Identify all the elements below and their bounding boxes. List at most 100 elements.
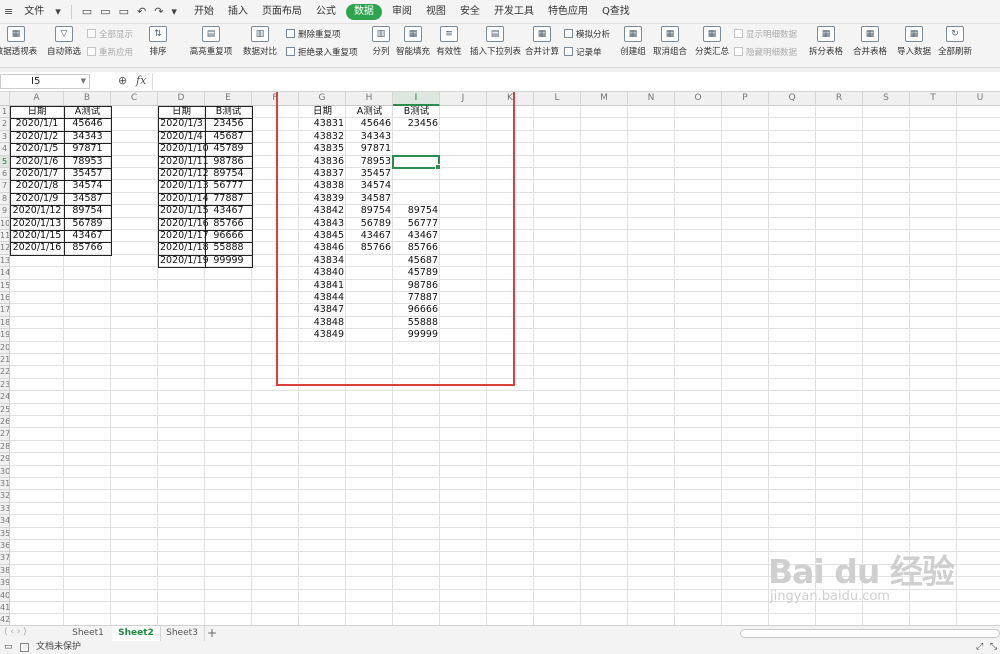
column-header[interactable]: U [957, 92, 1000, 106]
table-cell[interactable]: 56777 [205, 180, 252, 192]
show-detail-button[interactable]: 显示明细数据 [734, 28, 797, 40]
table-cell[interactable]: 97871 [64, 143, 111, 155]
create-group-button[interactable]: ▦ 创建组 [618, 26, 648, 57]
column-header[interactable]: A [10, 92, 64, 106]
table-cell[interactable]: 23456 [205, 118, 252, 130]
row-header[interactable]: 14 [0, 267, 10, 280]
table-cell[interactable]: 2020/1/19 [158, 255, 209, 267]
row-header[interactable]: 15 [0, 279, 10, 292]
row-header[interactable]: 23 [0, 378, 10, 392]
ungroup-button[interactable]: ▦ 取消组合 [650, 26, 690, 57]
column-header[interactable]: Q [769, 92, 816, 106]
table-cell[interactable]: 2020/1/16 [158, 218, 209, 230]
print-icon[interactable]: ▭ [115, 5, 133, 18]
table-cell[interactable]: 2020/1/15 [158, 205, 209, 217]
what-if-analysis-button[interactable]: 模拟分析 [564, 28, 610, 40]
row-header[interactable]: 31 [0, 478, 10, 491]
row-header[interactable]: 19 [0, 329, 10, 342]
table-cell[interactable]: 2020/1/12 [158, 168, 209, 180]
table-cell[interactable]: 2020/1/5 [10, 143, 64, 155]
file-menu[interactable]: 文件 [17, 0, 51, 23]
table-header-cell[interactable]: 日期 [158, 106, 205, 118]
redo-icon[interactable]: ↷ [150, 5, 167, 18]
row-header[interactable]: 8 [0, 192, 10, 206]
row-header[interactable]: 2 [0, 118, 10, 131]
row-header[interactable]: 30 [0, 465, 10, 478]
column-header[interactable]: C [111, 92, 158, 106]
auto-filter-button[interactable]: ▽ 自动筛选 [46, 26, 82, 57]
row-header[interactable]: 13 [0, 254, 10, 268]
table-cell[interactable]: 2020/1/15 [10, 230, 64, 242]
column-header[interactable]: P [722, 92, 769, 106]
table-header-cell[interactable]: B测试 [205, 106, 252, 118]
table-header-cell[interactable]: A测试 [64, 106, 111, 118]
minimize-icon[interactable]: ⤡ [990, 641, 997, 654]
row-header[interactable]: 24 [0, 391, 10, 404]
row-header[interactable]: 5 [0, 155, 10, 168]
split-column-button[interactable]: ▥ 分列 [366, 26, 396, 57]
table-cell[interactable]: 2020/1/14 [158, 193, 209, 205]
table-cell[interactable]: 2020/1/17 [158, 230, 209, 242]
horizontal-scrollbar[interactable] [740, 629, 1000, 638]
reject-duplicates-button[interactable]: 拒绝录入重复项 [286, 46, 358, 58]
row-header[interactable]: 37 [0, 552, 10, 565]
table-header-cell[interactable]: 日期 [10, 106, 64, 118]
column-header[interactable]: D [158, 92, 205, 106]
tab-nav-icon[interactable]: ⟨ ‹ › ⟩ [4, 627, 27, 637]
column-header[interactable]: B [64, 92, 111, 106]
column-header[interactable]: M [581, 92, 628, 106]
sheet-tab-sheet2[interactable]: Sheet2 [112, 626, 161, 641]
record-form-button[interactable]: 记录单 [564, 46, 602, 58]
row-header[interactable]: 1 [0, 106, 10, 119]
show-all-button[interactable]: 全部显示 [87, 28, 133, 40]
table-cell[interactable]: 2020/1/9 [10, 193, 64, 205]
highlight-duplicates-button[interactable]: ▤ 高亮重复项 [186, 26, 236, 57]
tab-security[interactable]: 安全 [453, 0, 487, 23]
tab-special[interactable]: 特色应用 [541, 0, 595, 23]
row-header[interactable]: 11 [0, 230, 10, 243]
table-cell[interactable]: 34343 [64, 131, 111, 143]
row-header[interactable]: 6 [0, 168, 10, 181]
table-cell[interactable]: 2020/1/4 [158, 131, 205, 143]
name-box[interactable]: I5 ▼ [0, 74, 90, 89]
column-header[interactable]: R [816, 92, 863, 106]
table-cell[interactable]: 2020/1/11 [158, 156, 209, 168]
table-cell[interactable]: 45646 [64, 118, 111, 130]
row-header[interactable]: 29 [0, 453, 10, 466]
pivot-table-button[interactable]: ▦数据透视表 [0, 26, 38, 57]
consolidate-button[interactable]: ▦ 合并计算 [524, 26, 560, 57]
table-cell[interactable]: 2020/1/1 [10, 118, 64, 130]
tab-view[interactable]: 视图 [419, 0, 453, 23]
row-header[interactable]: 35 [0, 527, 10, 540]
sheet-tab-sheet3[interactable]: Sheet3 [160, 626, 205, 641]
hide-detail-button[interactable]: 隐藏明细数据 [734, 46, 797, 58]
table-cell[interactable]: 77887 [205, 193, 252, 205]
column-header[interactable]: T [910, 92, 957, 106]
column-header[interactable]: N [628, 92, 675, 106]
table-cell[interactable]: 56789 [64, 218, 111, 230]
print-preview-icon[interactable]: ▭ [96, 5, 114, 18]
row-header[interactable]: 39 [0, 577, 10, 590]
row-header[interactable]: 21 [0, 354, 10, 367]
table-cell[interactable]: 2020/1/13 [10, 218, 64, 230]
row-header[interactable]: 41 [0, 602, 10, 615]
row-header[interactable]: 33 [0, 502, 10, 516]
add-sheet-icon[interactable]: + [204, 626, 220, 641]
tab-review[interactable]: 审阅 [385, 0, 419, 23]
table-cell[interactable]: 2020/1/13 [158, 180, 209, 192]
table-cell[interactable]: 2020/1/2 [10, 131, 64, 143]
spreadsheet-grid[interactable]: A B C D E F G H I J K L M N O P Q R S T U 1 2 3 4 5 6 7 8 9 10 11 12 13 14… [0, 92, 1000, 625]
tab-home[interactable]: 开始 [187, 0, 221, 23]
validation-button[interactable]: ≡ 有效性 [432, 26, 466, 57]
fullscreen-icon[interactable]: ⤢ [976, 641, 983, 654]
table-cell[interactable]: 35457 [64, 168, 111, 180]
table-cell[interactable]: 45687 [205, 131, 252, 143]
table-cell[interactable]: 2020/1/7 [10, 168, 64, 180]
table-cell[interactable]: 96666 [205, 230, 252, 242]
table-cell[interactable]: 85766 [205, 218, 252, 230]
tab-insert[interactable]: 插入 [221, 0, 255, 23]
table-cell[interactable]: 45789 [205, 143, 252, 155]
sheet-tab-sheet1[interactable]: Sheet1 [64, 626, 113, 641]
table-cell[interactable]: 78953 [64, 156, 111, 168]
row-header[interactable]: 28 [0, 440, 10, 454]
